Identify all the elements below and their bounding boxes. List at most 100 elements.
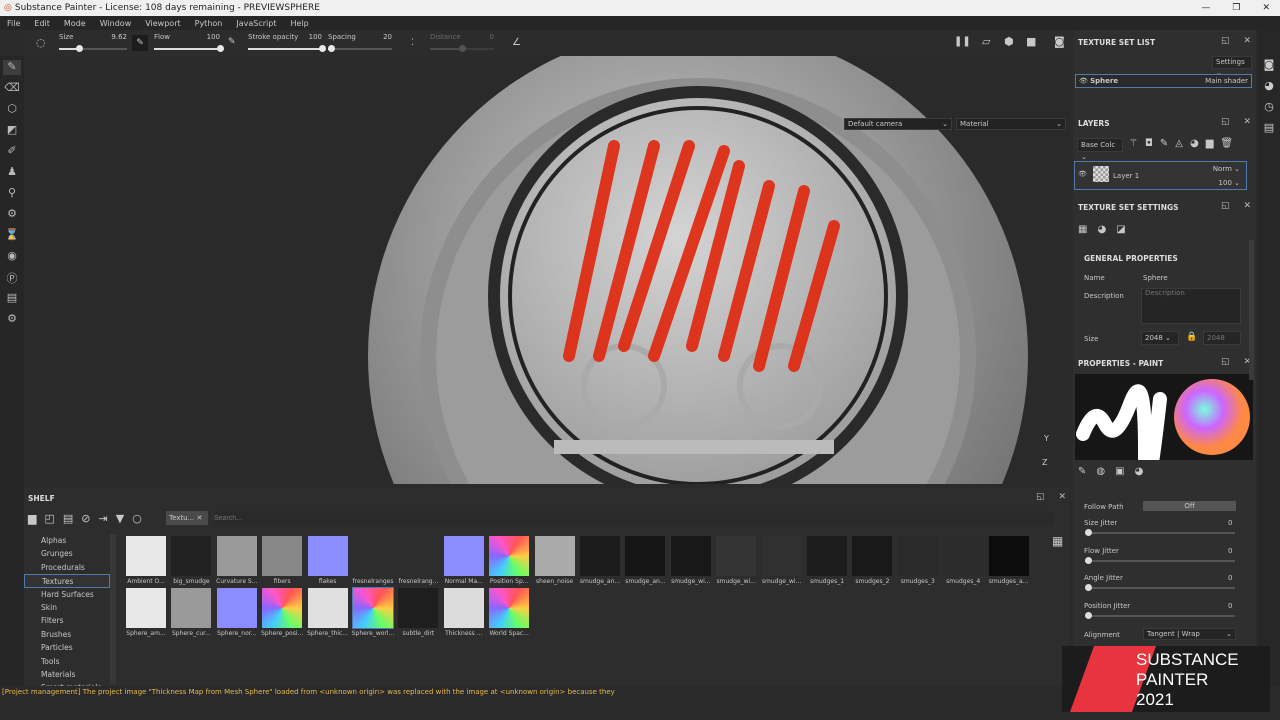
size-select[interactable]: 2048 ⌄ <box>1141 331 1179 345</box>
display-mode-select[interactable]: Material ⌄ <box>956 118 1066 130</box>
slider-handle[interactable] <box>1085 584 1092 591</box>
history-icon[interactable]: ◷ <box>1264 100 1274 113</box>
close-icon[interactable]: ✕ <box>1059 492 1067 502</box>
shelf-thumbnail[interactable]: fresnelrang... <box>396 536 440 585</box>
follow-path-toggle[interactable]: Off <box>1143 501 1236 511</box>
shelf-category[interactable]: Tools <box>24 655 110 668</box>
shelf-thumbnail[interactable]: Sphere_cur... <box>169 588 213 637</box>
shelf-category[interactable]: Hard Surfaces <box>24 588 110 601</box>
shelf-category[interactable]: Alphas <box>24 534 110 547</box>
mask-icon[interactable]: ◘ <box>1145 138 1153 149</box>
texture-set-tab-icon[interactable]: ▦ <box>1078 224 1087 235</box>
stroke-opacity-slider[interactable]: Stroke opacity 100 <box>248 33 326 53</box>
shelf-thumbnail[interactable]: smudges_4 <box>941 536 985 585</box>
float-icon[interactable]: ◱ <box>1221 36 1230 46</box>
shelf-thumbnail[interactable]: Sphere_thic... <box>306 588 350 637</box>
clone-icon[interactable]: ♟ <box>3 165 21 180</box>
shelf-category[interactable]: Brushes <box>24 628 110 641</box>
filter-tag[interactable]: Textu... ✕ <box>166 511 208 525</box>
alignment-select[interactable]: Tangent | Wrap ⌄ <box>1143 628 1236 640</box>
menu-viewport[interactable]: Viewport <box>145 19 180 28</box>
menu-window[interactable]: Window <box>100 19 132 28</box>
shelf-thumbnail[interactable]: Sphere_posi... <box>260 588 304 637</box>
shelf-thumbnail[interactable]: big_smudge <box>169 536 213 585</box>
pause-icon[interactable]: ❚❚ <box>954 36 971 47</box>
shelf-category[interactable]: Grunges <box>24 547 110 560</box>
menu-mode[interactable]: Mode <box>64 19 86 28</box>
texture-set-item[interactable]: 👁 Sphere Main shader <box>1075 74 1252 88</box>
menu-javascript[interactable]: JavaScript <box>236 19 276 28</box>
smart-material-icon[interactable]: ◕ <box>1190 138 1199 149</box>
shader-settings-icon[interactable]: ◕ <box>1264 79 1274 92</box>
polygon-fill-icon[interactable]: ◩ <box>3 123 21 138</box>
shelf-thumbnail[interactable]: Sphere_am... <box>124 588 168 637</box>
float-icon[interactable]: ◱ <box>1036 492 1045 502</box>
shelf-thumbnail[interactable]: fresnelranges <box>351 536 395 585</box>
display-settings-icon[interactable]: ◙ <box>1264 58 1275 71</box>
grid-view-icon[interactable]: ▦ <box>1052 534 1063 548</box>
hourglass-icon[interactable]: ⌛ <box>3 228 21 243</box>
lock-icon[interactable]: 🔒 <box>1186 332 1197 342</box>
fill-icon[interactable]: ◬ <box>1175 138 1183 149</box>
panel-scrollbar[interactable] <box>1249 240 1254 380</box>
shelf-thumbnail[interactable]: smudges_a... <box>987 536 1031 585</box>
distance-slider[interactable]: Distance 0 <box>430 33 494 53</box>
slider-handle[interactable] <box>1085 611 1092 619</box>
shelf-thumbnail[interactable]: subtle_dirt <box>396 588 440 637</box>
blend-mode-select[interactable]: Norm ⌄ <box>1213 165 1240 173</box>
shelf-thumbnail[interactable]: Normal Ma... <box>442 536 486 585</box>
flow-slider[interactable]: Flow 100 <box>154 33 224 53</box>
gear-icon[interactable]: ⚙ <box>3 312 21 327</box>
shelf-thumbnail[interactable]: Ambient O... <box>124 536 168 585</box>
lazy-mouse-icon[interactable]: ⁚ <box>411 38 414 48</box>
shelf-category[interactable]: Skin <box>24 601 110 614</box>
menu-file[interactable]: File <box>7 19 20 28</box>
trash-icon[interactable]: 🗑 <box>1220 138 1233 149</box>
smudge-icon[interactable]: ✐ <box>3 144 21 159</box>
float-icon[interactable]: ◱ <box>1221 357 1230 367</box>
color-picker-icon[interactable]: ⚲ <box>3 186 21 201</box>
shelf-thumbnail[interactable]: smudge_wi... <box>669 536 713 585</box>
maximize-button[interactable]: ❐ <box>1232 3 1240 13</box>
folder-icon[interactable]: ▆ <box>28 512 36 525</box>
shelf-thumbnail[interactable]: smudge_an... <box>623 536 667 585</box>
menu-python[interactable]: Python <box>195 19 223 28</box>
shelf-thumbnail[interactable]: flakes <box>306 536 350 585</box>
close-icon[interactable]: ✕ <box>1244 36 1252 46</box>
minimize-button[interactable]: — <box>1201 3 1210 13</box>
log-icon[interactable]: ▤ <box>1264 121 1274 134</box>
close-button[interactable]: ✕ <box>1262 3 1270 13</box>
angle-icon[interactable]: ∠ <box>512 37 521 48</box>
shelf-thumbnail[interactable]: fibers <box>260 536 304 585</box>
shelf-category[interactable]: Procedurals <box>24 561 110 574</box>
effects-icon[interactable]: ⚚ <box>1129 138 1138 149</box>
shelf-category[interactable]: Materials <box>24 668 110 681</box>
channel-select[interactable]: Base Colc ⌄ <box>1077 138 1123 161</box>
document-icon[interactable]: ▤ <box>3 291 21 306</box>
paint-brush-icon[interactable]: ✎ <box>3 60 21 75</box>
pen-pressure-icon[interactable]: ✎ <box>132 35 148 51</box>
3d-viewport[interactable]: Default camera ⌄ Material ⌄ Y Z <box>24 56 1070 484</box>
eye-icon[interactable]: 👁 <box>1078 170 1087 178</box>
camera-select[interactable]: Default camera ⌄ <box>844 118 952 130</box>
shelf-thumbnail[interactable]: Position Sp... <box>487 536 531 585</box>
jitter-slider[interactable] <box>1085 611 1235 619</box>
close-icon[interactable]: ✕ <box>1244 117 1252 127</box>
menu-edit[interactable]: Edit <box>34 19 50 28</box>
settings-dropdown[interactable]: Settings ⌄ <box>1212 56 1252 77</box>
shelf-thumbnail[interactable]: smudge_wi... <box>714 536 758 585</box>
brush-tab-icon[interactable]: ✎ <box>1078 466 1086 477</box>
material-tab-icon[interactable]: ◕ <box>1135 466 1144 477</box>
flow-pressure-icon[interactable]: ✎ <box>228 37 236 47</box>
close-icon[interactable]: ✕ <box>1244 201 1252 211</box>
jitter-slider[interactable] <box>1085 584 1235 591</box>
slider-handle[interactable] <box>1085 529 1092 536</box>
photoshop-icon[interactable]: Ⓟ <box>3 270 21 285</box>
stencil-tab-icon[interactable]: ▣ <box>1115 466 1124 477</box>
new-resource-icon[interactable]: ◰ <box>44 512 54 525</box>
shelf-thumbnail[interactable]: World Spac... <box>487 588 531 637</box>
circle-icon[interactable]: ○ <box>132 512 142 525</box>
alpha-tab-icon[interactable]: ◍ <box>1096 466 1105 477</box>
layer-row[interactable]: 👁 Layer 1 Norm ⌄ 100 ⌄ <box>1074 161 1247 190</box>
slider-handle[interactable] <box>1085 556 1092 564</box>
